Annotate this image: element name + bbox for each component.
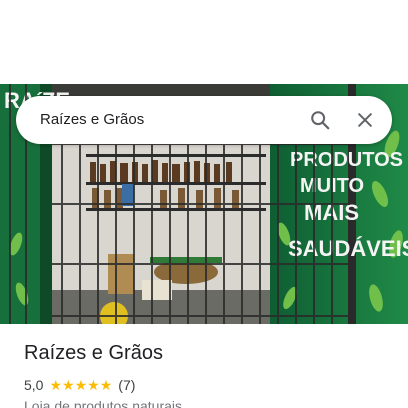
close-button[interactable] bbox=[347, 102, 383, 138]
search-bar[interactable]: Raízes e Grãos bbox=[16, 96, 392, 144]
star-icon: ★ bbox=[87, 377, 100, 393]
search-icon bbox=[311, 111, 330, 130]
rating-row[interactable]: 5,0 ★ ★ ★ ★ ★ (7) bbox=[24, 376, 135, 394]
star-icon: ★ bbox=[99, 377, 113, 393]
place-info-panel: Raízes e Grãos 5,0 ★ ★ ★ ★ ★ (7) Loja de… bbox=[0, 324, 408, 408]
star-icon: ★ bbox=[74, 377, 88, 393]
place-category: Loja de produtos naturais bbox=[24, 398, 182, 408]
search-button[interactable] bbox=[302, 102, 338, 138]
star-icon: ★ bbox=[62, 377, 75, 393]
rating-value: 5,0 bbox=[24, 377, 44, 393]
rating-stars: ★ ★ ★ ★ ★ bbox=[49, 378, 112, 392]
search-input[interactable]: Raízes e Grãos bbox=[40, 96, 144, 144]
top-blank-area bbox=[0, 0, 408, 84]
star-icon: ★ bbox=[49, 377, 63, 393]
wall-text-line-1: PRODUTOS bbox=[290, 149, 403, 171]
review-count[interactable]: (7) bbox=[118, 377, 135, 393]
close-icon bbox=[358, 113, 372, 127]
place-title: Raízes e Grãos bbox=[24, 342, 163, 364]
wall-text-line-4: SAUDÁVEIS! bbox=[288, 236, 408, 261]
